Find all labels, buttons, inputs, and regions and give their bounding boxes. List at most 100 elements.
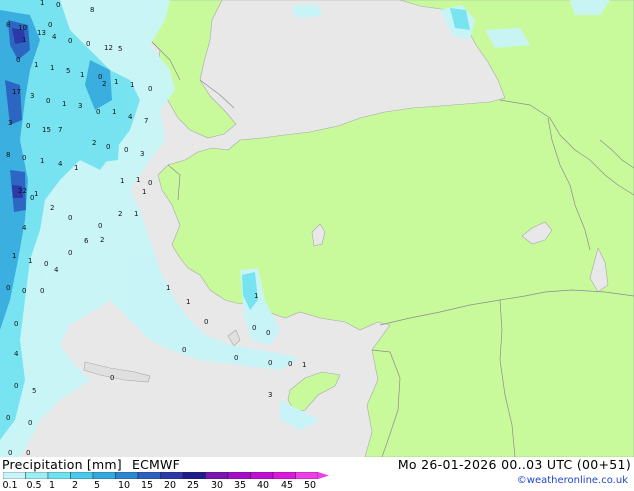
legend-swatch [92, 472, 116, 479]
map-value: 1 [120, 177, 124, 185]
map-value: 0 [148, 179, 152, 187]
credit-link[interactable]: ©weatheronline.co.uk [517, 475, 628, 486]
map-value: 4 [128, 113, 133, 121]
map-value: 5 [118, 45, 122, 53]
legend-label: 50 [303, 480, 317, 491]
map-value: 7 [144, 117, 148, 125]
map-value: 1 [40, 157, 44, 165]
map-value: 0 [22, 154, 26, 162]
map-title: Precipitation [mm] ECMWF [2, 457, 186, 472]
map-value: 0 [44, 260, 48, 268]
map-value: 0 [26, 122, 30, 130]
map-value: 0 [26, 449, 30, 457]
legend-swatch [25, 472, 49, 479]
map-value: 0 [14, 382, 18, 390]
map-value: 2 [118, 210, 122, 218]
map-value: 3 [8, 119, 12, 127]
map-value: 1 [62, 100, 66, 108]
forecast-datetime: Mo 26-01-2026 00..03 UTC (00+51) [397, 457, 631, 472]
map-value: 0 [98, 222, 102, 230]
map-value: 1 [302, 361, 306, 369]
legend-swatch [182, 472, 206, 479]
map-value: 0 [48, 21, 52, 29]
map-value: 17 [12, 88, 21, 96]
map-value: 22 [18, 187, 27, 195]
map-value: 8 [90, 6, 94, 14]
legend-swatch [295, 472, 319, 479]
map-value: 1 [28, 257, 32, 265]
map-value: 6 [84, 237, 89, 245]
map-value: 0 [86, 40, 90, 48]
legend-swatch [272, 472, 296, 479]
legend-label: 5 [93, 480, 101, 491]
map-value: 0 [182, 346, 186, 354]
map-value: 0 [56, 1, 60, 9]
map-value: 0 [8, 449, 12, 457]
legend-label: 1 [48, 480, 56, 491]
map-value: 3 [78, 102, 82, 110]
map-value: 13 [37, 29, 46, 37]
map-value: 0 [252, 324, 256, 332]
map-value: 0 [266, 329, 270, 337]
map-value: 1 [166, 284, 170, 292]
map-value: 1 [40, 0, 44, 7]
map-value: 0 [16, 56, 20, 64]
map-value: 0 [22, 287, 26, 295]
map-value: 1 [142, 188, 146, 196]
map-value: 5 [66, 67, 70, 75]
map-value: 3 [140, 150, 144, 158]
map-value: 1 [12, 252, 16, 260]
map-value: 0 [68, 214, 72, 222]
map-value: 8 [6, 151, 10, 159]
legend-label: 0.5 [26, 480, 42, 491]
legend-swatch [137, 472, 161, 479]
legend-label: 25 [186, 480, 200, 491]
map-value: 0 [14, 320, 18, 328]
legend-label: 10 [117, 480, 131, 491]
legend-label: 0.1 [2, 480, 18, 491]
map-value: 0 [288, 360, 292, 368]
legend-swatch [250, 472, 274, 479]
map-value: 0 [96, 108, 100, 116]
map-value: 2 [102, 80, 106, 88]
map-value: 1 [136, 176, 140, 184]
map-value: 8 [6, 21, 10, 29]
map-value: 1 [134, 210, 138, 218]
map-value: 4 [52, 33, 57, 41]
map-value: 0 [110, 374, 114, 382]
map-value: 0 [68, 249, 72, 257]
legend-label: 45 [280, 480, 294, 491]
map-value: 12 [104, 44, 113, 52]
precipitation-map: 1 0 8 8 0 10 13 1 4 0 0 12 5 0 1 1 5 1 0 2 1 1 0 17 3 0 1 3 0 1 4 7 3 0 15… [0, 0, 634, 457]
legend-swatch [115, 472, 139, 479]
map-value: 0 [46, 97, 50, 105]
map-value: 5 [32, 387, 36, 395]
map-value: 1 [186, 298, 190, 306]
legend-color-scale [3, 472, 329, 479]
map-value: 1 [130, 81, 134, 89]
map-value: 3 [268, 391, 272, 399]
legend-swatch [70, 472, 94, 479]
map-value: 1 [114, 78, 118, 86]
map-value: 0 [40, 287, 44, 295]
map-value: 1 [112, 108, 116, 116]
legend-swatch [205, 472, 229, 479]
map-value: 10 [18, 24, 27, 32]
variable-label: Precipitation [mm] [2, 457, 122, 472]
map-value: 1 [80, 71, 84, 79]
map-value: 0 [124, 146, 128, 154]
map-canvas: 1 088 010131 4 0 0 12 501 1 5 1 02 1 1 017 30 1 30 14 73 0 15… [0, 0, 634, 457]
legend-label: 40 [256, 480, 270, 491]
map-value: 0 [6, 414, 10, 422]
map-value: 0 [106, 143, 110, 151]
legend-arrow [318, 472, 329, 479]
map-value: 0 [234, 354, 238, 362]
legend-bar: Precipitation [mm] ECMWF Mo 26-01-2026 0… [0, 457, 634, 491]
map-value: 4 [22, 224, 27, 232]
legend-label: 20 [163, 480, 177, 491]
legend-swatch [3, 472, 26, 479]
map-value: 1 [22, 36, 26, 44]
map-value: 1 [74, 164, 78, 172]
legend-swatch [160, 472, 184, 479]
map-value: 0 [204, 318, 208, 326]
